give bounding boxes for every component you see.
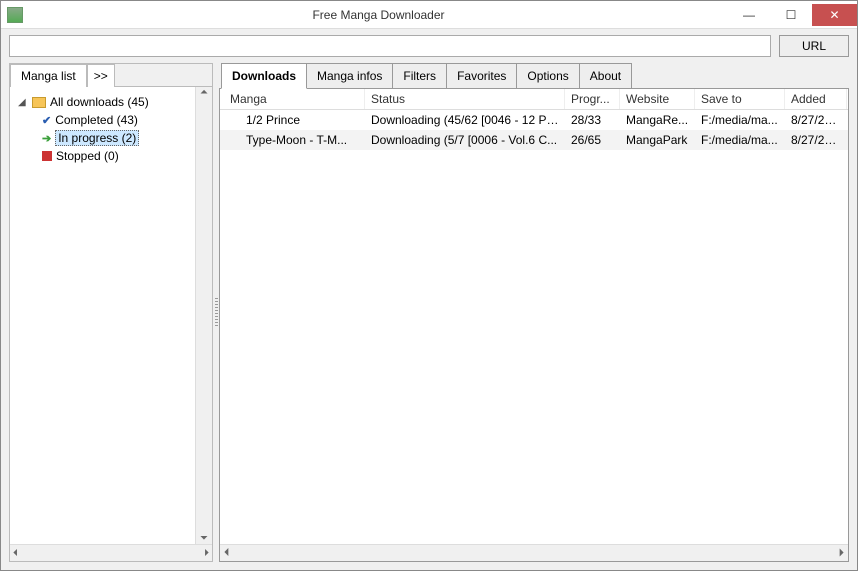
arrow-icon: ➔ [42, 132, 51, 145]
sidebar: Manga list >> ◢ All downloads (45) ✔ Com… [9, 63, 213, 562]
table-row[interactable]: Type-Moon - T-M... Downloading (5/7 [000… [220, 130, 848, 150]
sidebar-tab-manga-list[interactable]: Manga list [10, 64, 87, 87]
cell-status: Downloading (5/7 [0006 - Vol.6 C... [365, 132, 565, 148]
tab-downloads[interactable]: Downloads [221, 63, 307, 89]
tree-view: ◢ All downloads (45) ✔ Completed (43) ➔ … [10, 87, 212, 544]
cell-manga: Type-Moon - T-M... [220, 132, 365, 148]
table-body: 1/2 Prince Downloading (45/62 [0046 - 12… [220, 110, 848, 544]
table-row[interactable]: 1/2 Prince Downloading (45/62 [0046 - 12… [220, 110, 848, 130]
cell-added: 8/27/2013 [785, 112, 847, 128]
window-controls: — ☐ ✕ [728, 4, 857, 26]
tab-about[interactable]: About [579, 63, 632, 89]
tab-manga-infos[interactable]: Manga infos [306, 63, 393, 89]
stop-icon [42, 151, 52, 161]
tree-root[interactable]: ◢ All downloads (45) [14, 93, 208, 111]
main-panel: Downloads Manga infos Filters Favorites … [219, 63, 849, 562]
sidebar-scrollbar-v[interactable]: ⏶⏷ [195, 87, 212, 544]
app-icon [7, 7, 23, 23]
col-status[interactable]: Status [365, 89, 565, 109]
col-progress[interactable]: Progr... [565, 89, 620, 109]
cell-manga: 1/2 Prince [220, 112, 365, 128]
splitter-grip-icon [215, 298, 218, 328]
col-save-to[interactable]: Save to [695, 89, 785, 109]
cell-progress: 28/33 [565, 112, 620, 128]
col-website[interactable]: Website [620, 89, 695, 109]
col-manga[interactable]: Manga [220, 89, 365, 109]
main-scrollbar-h[interactable]: ⏴⏵ [220, 544, 848, 561]
table-header: Manga Status Progr... Website Save to Ad… [220, 89, 848, 110]
url-button[interactable]: URL [779, 35, 849, 57]
tab-filters[interactable]: Filters [392, 63, 447, 89]
downloads-table: Manga Status Progr... Website Save to Ad… [219, 88, 849, 562]
cell-progress: 26/65 [565, 132, 620, 148]
col-added[interactable]: Added [785, 89, 847, 109]
cell-added: 8/27/2013 [785, 132, 847, 148]
url-input[interactable] [9, 35, 771, 57]
tree-item-label: Stopped (0) [56, 149, 119, 163]
body: Manga list >> ◢ All downloads (45) ✔ Com… [1, 63, 857, 570]
tree-item-stopped[interactable]: Stopped (0) [14, 147, 208, 165]
tree-item-completed[interactable]: ✔ Completed (43) [14, 111, 208, 129]
cell-website: MangaRe... [620, 112, 695, 128]
cell-website: MangaPark [620, 132, 695, 148]
close-button[interactable]: ✕ [812, 4, 857, 26]
tree-item-in-progress[interactable]: ➔ In progress (2) [14, 129, 208, 147]
sidebar-tab-more[interactable]: >> [87, 64, 115, 87]
tab-options[interactable]: Options [516, 63, 579, 89]
titlebar[interactable]: Free Manga Downloader — ☐ ✕ [1, 1, 857, 29]
cell-save-to: F:/media/ma... [695, 132, 785, 148]
expand-icon[interactable]: ◢ [18, 97, 28, 108]
url-toolbar: URL [1, 29, 857, 63]
check-icon: ✔ [42, 114, 51, 127]
tree-root-label: All downloads (45) [50, 95, 149, 109]
sidebar-tabs: Manga list >> [10, 64, 212, 87]
minimize-button[interactable]: — [728, 4, 770, 26]
tab-favorites[interactable]: Favorites [446, 63, 517, 89]
app-window: Free Manga Downloader — ☐ ✕ URL Manga li… [0, 0, 858, 571]
main-tabs: Downloads Manga infos Filters Favorites … [219, 63, 849, 89]
window-title: Free Manga Downloader [29, 8, 728, 22]
maximize-button[interactable]: ☐ [770, 4, 812, 26]
sidebar-scrollbar-h[interactable]: ⏴⏵ [10, 544, 212, 561]
cell-save-to: F:/media/ma... [695, 112, 785, 128]
cell-status: Downloading (45/62 [0046 - 12 Pri... [365, 112, 565, 128]
tree-item-label: Completed (43) [55, 113, 138, 127]
folder-icon [32, 97, 46, 108]
tree-item-label: In progress (2) [55, 130, 139, 146]
